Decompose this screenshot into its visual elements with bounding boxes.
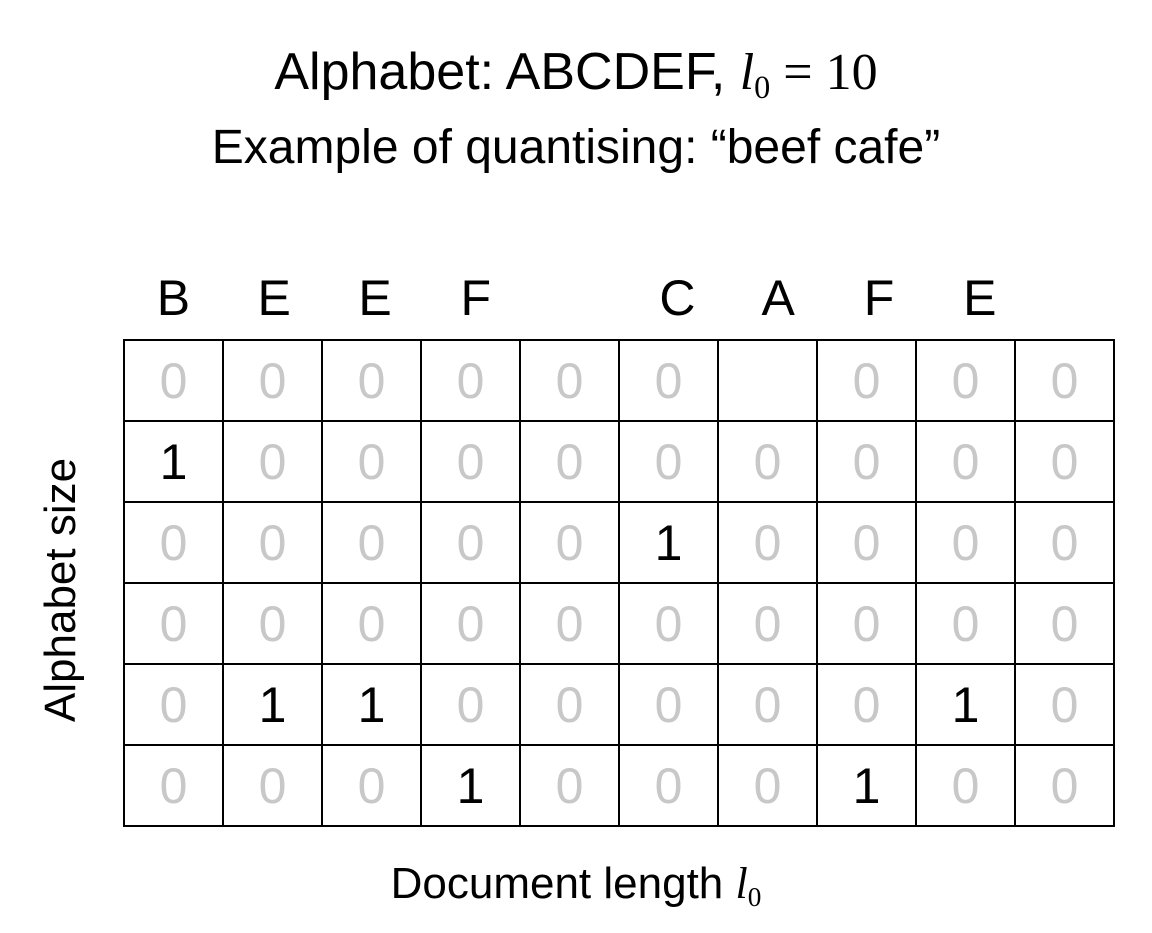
- x-axis-label-text: Document length: [390, 859, 736, 908]
- diagram-subtitle: Example of quantising: “beef cafe”: [211, 121, 941, 174]
- grid-cell: 0: [915, 339, 1016, 422]
- column-letter: E: [963, 270, 997, 326]
- grid-row: 0110000010: [123, 663, 1115, 746]
- grid-cell: 0: [321, 339, 422, 422]
- grid-cell: 0: [1014, 339, 1115, 422]
- column-letters: BEEFCAFE: [123, 268, 1131, 328]
- title-math-var: l: [739, 44, 755, 101]
- grid-row: 1000000000: [123, 420, 1115, 503]
- grid-row: 0000010000: [123, 501, 1115, 584]
- grid-cell: 0: [420, 582, 521, 665]
- grid-row: 0001000100: [123, 744, 1115, 827]
- grid-cell: 0: [420, 501, 521, 584]
- grid-cell: 0: [1014, 501, 1115, 584]
- grid-cell: 1: [915, 663, 1016, 746]
- grid-cell: 0: [717, 420, 818, 503]
- grid-cell: 1: [321, 663, 422, 746]
- column-letter: [1030, 268, 1131, 328]
- grid-cell: 0: [816, 501, 917, 584]
- grid-cell: 0: [519, 501, 620, 584]
- column-letter: [526, 268, 627, 328]
- grid-cell: 0: [1014, 744, 1115, 827]
- grid-cell: 0: [618, 582, 719, 665]
- grid-cell: 0: [222, 501, 323, 584]
- grid-cell: 0: [519, 339, 620, 422]
- grid-cell: 0: [420, 339, 521, 422]
- grid-cell: 0: [717, 663, 818, 746]
- grid-cell: 0: [123, 744, 224, 827]
- grid-cell: 0: [420, 663, 521, 746]
- grid-cell: 0: [717, 582, 818, 665]
- x-axis-label: Document length l0: [0, 856, 1152, 917]
- grid-cell: 0: [123, 501, 224, 584]
- column-letter: F: [460, 270, 492, 326]
- grid-cell: 0: [321, 420, 422, 503]
- grid-cell: 0: [519, 420, 620, 503]
- grid-cell: 0: [816, 582, 917, 665]
- grid-row: 0000000000: [123, 582, 1115, 665]
- grid-cell: 0: [915, 420, 1016, 503]
- grid-row: 000000000: [123, 339, 1115, 422]
- grid-cell: 0: [519, 744, 620, 827]
- title-math-sub: 0: [754, 69, 771, 106]
- grid-cell: 0: [816, 663, 917, 746]
- grid-cell: 0: [519, 582, 620, 665]
- column-letter: F: [863, 270, 895, 326]
- grid-cell: 0: [915, 744, 1016, 827]
- grid-cell: [717, 339, 818, 422]
- grid-cell: 0: [618, 663, 719, 746]
- grid-cell: 1: [222, 663, 323, 746]
- grid-cell: 0: [618, 420, 719, 503]
- grid-cell: 0: [915, 582, 1016, 665]
- grid-cell: 0: [321, 582, 422, 665]
- grid-cell: 0: [123, 663, 224, 746]
- grid-cell: 0: [1014, 420, 1115, 503]
- title-math-rest: = 10: [770, 44, 878, 101]
- grid-cell: 0: [222, 582, 323, 665]
- grid-cell: 0: [816, 339, 917, 422]
- grid-cell: 0: [519, 663, 620, 746]
- grid-cell: 1: [420, 744, 521, 827]
- grid-cell: 0: [717, 744, 818, 827]
- grid-cell: 0: [222, 339, 323, 422]
- grid-cell: 0: [321, 744, 422, 827]
- column-letter: E: [358, 270, 392, 326]
- grid-cell: 0: [915, 501, 1016, 584]
- x-axis-math-var: l: [735, 859, 748, 908]
- column-letter: E: [257, 270, 291, 326]
- grid-cell: 1: [618, 501, 719, 584]
- grid-cell: 0: [1014, 582, 1115, 665]
- y-axis-label: Alphabet size: [36, 457, 85, 723]
- column-letter: C: [659, 270, 696, 326]
- grid-cell: 0: [816, 420, 917, 503]
- grid-cell: 1: [816, 744, 917, 827]
- grid-cell: 0: [222, 420, 323, 503]
- grid-cell: 0: [618, 339, 719, 422]
- grid-cell: 1: [123, 420, 224, 503]
- grid-cell: 0: [123, 582, 224, 665]
- one-hot-grid: 0000000001000000000000001000000000000000…: [123, 339, 1115, 827]
- grid-cell: 0: [420, 420, 521, 503]
- grid-cell: 0: [618, 744, 719, 827]
- column-letter: B: [156, 270, 191, 326]
- title-text: Alphabet: ABCDEF,: [274, 43, 740, 101]
- grid-cell: 0: [222, 744, 323, 827]
- column-letter: A: [761, 270, 795, 326]
- x-axis-math-sub: 0: [747, 881, 762, 912]
- grid-cell: 0: [123, 339, 224, 422]
- grid-cell: 0: [321, 501, 422, 584]
- grid-cell: 0: [717, 501, 818, 584]
- diagram-title: Alphabet: ABCDEF, l0 = 10: [0, 40, 1152, 110]
- grid-cell: 0: [1014, 663, 1115, 746]
